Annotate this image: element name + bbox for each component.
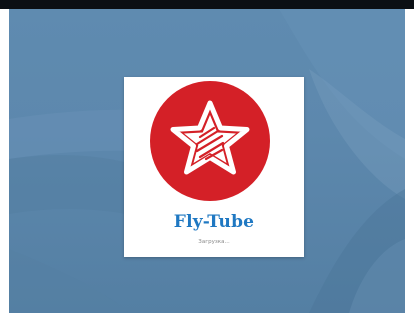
top-bar xyxy=(0,0,414,9)
app-name: Fly-Tube xyxy=(173,212,255,232)
screen: Fly-Tube Загрузка... xyxy=(0,0,414,313)
star-icon xyxy=(170,100,250,175)
desktop-background: Fly-Tube Загрузка... xyxy=(9,9,405,313)
splash-card: Fly-Tube Загрузка... xyxy=(124,77,304,257)
app-logo xyxy=(150,81,270,201)
loading-text: Загрузка... xyxy=(198,239,230,245)
